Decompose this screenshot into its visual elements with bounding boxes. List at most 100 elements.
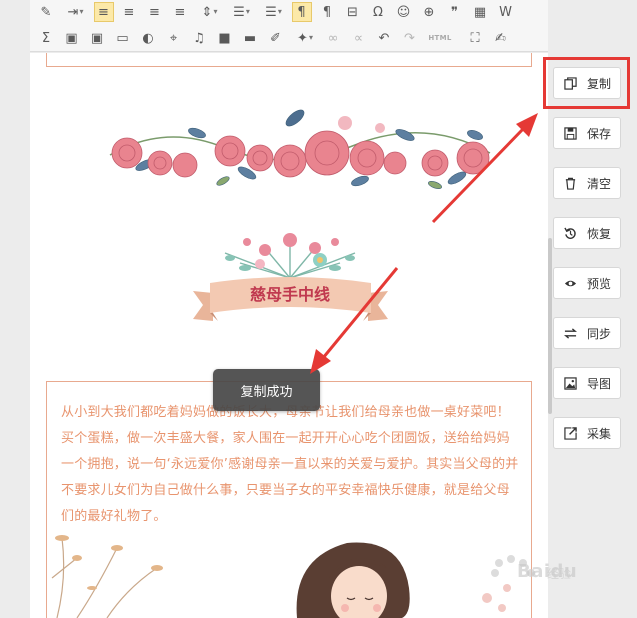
word-icon: W (499, 4, 512, 20)
chevron-down-icon: ▾ (245, 7, 250, 16)
unlink-icon: ∝ (353, 30, 364, 46)
line-height-icon: ⇕ (201, 4, 213, 20)
chevron-down-icon: ▾ (213, 7, 218, 16)
video-icon: ■ (218, 30, 231, 46)
align-left-tool-button[interactable]: ≡ (93, 2, 114, 22)
attachment-icon: ▬ (243, 30, 257, 46)
sync-button[interactable]: 同步 (553, 317, 621, 349)
palette-icon: ◐ (142, 30, 154, 46)
collect-button[interactable]: 采集 (553, 417, 621, 449)
preview-button[interactable]: 预览 (553, 267, 621, 299)
export-image-button[interactable]: 导图 (553, 367, 621, 399)
map-icon: ⌖ (169, 30, 178, 46)
eraser-icon: ✎ (40, 4, 52, 20)
eye-icon (563, 276, 577, 290)
collect-label: 采集 (587, 426, 612, 441)
image-tool-button[interactable]: ▣ (62, 28, 82, 48)
html-tool-button[interactable]: HTML (425, 28, 455, 48)
align-right-tool-button[interactable]: ≡ (145, 2, 165, 22)
frame-icon: ▭ (116, 30, 129, 46)
align-center-tool-button[interactable]: ≡ (119, 2, 139, 22)
undo-tool-button[interactable]: ↶ (374, 28, 394, 48)
banner-title: 慈母手中线 (249, 285, 330, 304)
paragraph-spacing-top-tool-button[interactable]: ☰ ▾ (228, 2, 256, 22)
quote-icon: ❞ (451, 4, 458, 20)
rose-garland-image (109, 109, 491, 189)
brush-icon: ✐ (270, 30, 281, 46)
align-center-icon: ≡ (123, 4, 135, 20)
formula-tool-button[interactable]: Σ (36, 28, 56, 48)
trash-icon (563, 176, 577, 190)
quote-tool-button[interactable]: ❞ (445, 2, 465, 22)
map-tool-button[interactable]: ⌖ (164, 28, 184, 48)
attachment-tool-button[interactable]: ▬ (240, 28, 260, 48)
align-justify-tool-button[interactable]: ≡ (170, 2, 190, 22)
clear-label: 清空 (587, 176, 612, 191)
document-canvas[interactable]: 慈母手中线 从小到大我们都吃着妈妈做的饭长大，母亲节让我们给母亲也做一桌好菜吧！… (30, 53, 548, 618)
unlink-tool-button[interactable]: ∝ (349, 28, 369, 48)
video-tool-button[interactable]: ■ (215, 28, 235, 48)
page-break-tool-button[interactable]: ⊟ (343, 2, 363, 22)
line-height-tool-button[interactable]: ⇕ ▾ (196, 2, 224, 22)
rtl-tool-button[interactable]: ¶ (317, 2, 337, 22)
fullscreen-icon: ⛶ (470, 30, 480, 46)
page-break-icon: ⊟ (347, 4, 358, 20)
image-export-icon (563, 376, 577, 390)
save-label: 保存 (587, 126, 612, 141)
copy-button-highlight (543, 57, 630, 109)
preview-label: 预览 (587, 276, 612, 291)
chevron-down-icon: ▾ (277, 7, 282, 16)
table-tool-button[interactable]: ▦ (470, 2, 490, 22)
magic-wand-icon: ✦ (297, 30, 308, 46)
formula-icon: Σ (41, 30, 51, 46)
save-icon (563, 126, 577, 140)
redo-tool-button[interactable]: ↷ (400, 28, 420, 48)
paragraph-spacing-bottom-icon: ☰ (265, 4, 277, 20)
multi-image-tool-button[interactable]: ▣ (87, 28, 107, 48)
editor-toolbar: ✎ ⇥ ▾ ≡ ≡ ≡ ≡ ⇕ ▾ ☰ ▾ ☰ ▾ ¶ ¶ ⊟ Ω ☺ ⊕ ❞ ▦ W Σ ▣ ▣ ▭ ◐ ⌖ ♫ ■ ▬ ✐ ✦ ▾ ∞ ∝ ↶ ↷ H… (30, 0, 548, 52)
special-char-icon: Ω (373, 4, 383, 20)
eraser-tool-button[interactable]: ✎ (36, 2, 56, 22)
link-icon: ∞ (327, 30, 339, 46)
save-button[interactable]: 保存 (553, 117, 621, 149)
chevron-down-icon: ▾ (308, 33, 313, 42)
indent-icon: ⇥ (67, 4, 79, 20)
palette-tool-button[interactable]: ◐ (138, 28, 158, 48)
ltr-icon: ¶ (297, 4, 306, 20)
multi-image-icon: ▣ (90, 30, 104, 46)
magic-wand-tool-button[interactable]: ✦ ▾ (291, 28, 319, 48)
search-replace-icon: ⊕ (423, 4, 435, 20)
mother-illustration (51, 535, 511, 618)
music-tool-button[interactable]: ♫ (189, 28, 209, 48)
paragraph-spacing-bottom-tool-button[interactable]: ☰ ▾ (260, 2, 288, 22)
special-char-tool-button[interactable]: Ω (368, 2, 388, 22)
document-scrollbar[interactable] (548, 238, 552, 414)
indent-tool-button[interactable]: ⇥ ▾ (62, 2, 90, 22)
search-replace-tool-button[interactable]: ⊕ (419, 2, 439, 22)
emoji-icon: ☺ (396, 4, 411, 20)
restore-button[interactable]: 恢复 (553, 217, 621, 249)
sync-label: 同步 (587, 326, 612, 341)
section-frame-top (46, 53, 532, 67)
redo-icon: ↷ (404, 30, 415, 46)
sync-icon (563, 326, 577, 340)
watermark-subtext: 经验 (547, 567, 572, 581)
body-paragraph[interactable]: 从小到大我们都吃着妈妈做的饭长大，母亲节让我们给母亲也做一桌好菜吧！买个蛋糕，做… (61, 400, 521, 530)
toolbar-row-2: Σ ▣ ▣ ▭ ◐ ⌖ ♫ ■ ▬ ✐ ✦ ▾ ∞ ∝ ↶ ↷ HTML ⛶ ✍ (30, 26, 548, 50)
emoji-tool-button[interactable]: ☺ (394, 2, 414, 22)
html-icon: HTML (428, 33, 452, 42)
brush-tool-button[interactable]: ✐ (266, 28, 286, 48)
frame-tool-button[interactable]: ▭ (113, 28, 133, 48)
word-tool-button[interactable]: W (496, 2, 516, 22)
link-tool-button[interactable]: ∞ (323, 28, 343, 48)
clear-button[interactable]: 清空 (553, 167, 621, 199)
ltr-tool-button[interactable]: ¶ (291, 2, 312, 22)
editor-screen: ✎ ⇥ ▾ ≡ ≡ ≡ ≡ ⇕ ▾ ☰ ▾ ☰ ▾ ¶ ¶ ⊟ Ω ☺ ⊕ ❞ ▦ W Σ ▣ ▣ ▭ ◐ ⌖ ♫ ■ ▬ ✐ ✦ ▾ ∞ ∝ ↶ ↷ H… (0, 0, 637, 618)
music-icon: ♫ (193, 30, 205, 46)
fullscreen-tool-button[interactable]: ⛶ (465, 28, 485, 48)
align-justify-icon: ≡ (174, 4, 186, 20)
rtl-icon: ¶ (322, 4, 332, 20)
edit-tool-button[interactable]: ✍ (491, 28, 511, 48)
collect-icon (563, 426, 577, 440)
align-left-icon: ≡ (98, 4, 109, 20)
